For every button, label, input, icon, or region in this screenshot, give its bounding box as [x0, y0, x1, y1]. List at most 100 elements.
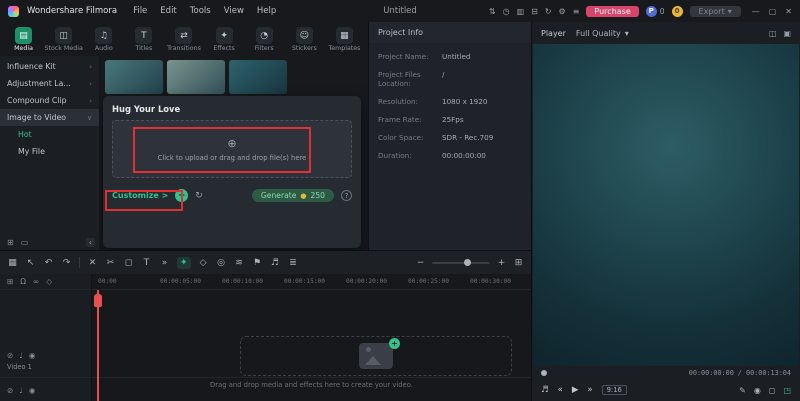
- playhead-handle[interactable]: [94, 294, 102, 307]
- crop-icon[interactable]: ◻: [123, 258, 134, 268]
- tab-titles[interactable]: T Titles: [124, 25, 163, 54]
- speed-icon[interactable]: ≋: [234, 258, 245, 268]
- keyframe-icon[interactable]: ◇: [46, 277, 52, 286]
- render-preview-icon[interactable]: ✎: [739, 386, 746, 395]
- player-scrubber[interactable]: 00:00:00:00 / 00:00:13:04: [532, 366, 800, 379]
- voiceover-icon[interactable]: ♬: [270, 258, 281, 268]
- chroma-key-icon[interactable]: ◎: [216, 258, 227, 268]
- add-media-icon[interactable]: +: [389, 338, 400, 349]
- refresh-icon[interactable]: ↻: [195, 191, 203, 201]
- hide-icon[interactable]: ◉: [29, 351, 36, 360]
- sidebar-item-adjustment-layer[interactable]: Adjustment La... ›: [0, 75, 99, 92]
- export-button[interactable]: Export ▾: [690, 6, 741, 17]
- quality-select[interactable]: Full Quality ▾: [576, 29, 629, 38]
- detach-player-icon[interactable]: ▣: [783, 29, 791, 38]
- tab-audio[interactable]: ♫ Audio: [84, 25, 123, 54]
- redo-icon[interactable]: ↷: [61, 258, 72, 268]
- text-tool-icon[interactable]: T: [141, 258, 152, 268]
- zoom-slider-thumb[interactable]: [464, 259, 471, 266]
- help-icon[interactable]: ?: [341, 190, 352, 201]
- tab-stickers[interactable]: ☺ Stickers: [285, 25, 324, 54]
- marker-icon[interactable]: ⚑: [252, 258, 263, 268]
- scrubber-handle[interactable]: [541, 370, 547, 376]
- media-icon: ▤: [15, 27, 32, 44]
- lock-icon[interactable]: ⊘: [7, 351, 13, 360]
- coins-badge[interactable]: 0: [672, 6, 683, 17]
- purchase-button[interactable]: Purchase: [586, 6, 638, 17]
- menu-file[interactable]: File: [133, 6, 147, 16]
- timeline-ruler[interactable]: 00:00 00:00:05:00 00:00:10:00 00:00:15:0…: [92, 274, 531, 290]
- settings-icon[interactable]: ⚙: [559, 7, 566, 16]
- tab-effects[interactable]: ✦ Effects: [205, 25, 244, 54]
- mask-icon[interactable]: ◇: [198, 258, 209, 268]
- fullscreen-icon[interactable]: ◳: [783, 386, 791, 395]
- tab-filters[interactable]: ◔ Filters: [245, 25, 284, 54]
- tab-stock-media[interactable]: ◫ Stock Media: [44, 25, 83, 54]
- add-credit-icon[interactable]: +: [175, 189, 188, 202]
- shortcuts-icon[interactable]: ≡: [573, 7, 580, 16]
- mute-icon[interactable]: ♩: [19, 351, 23, 360]
- menu-tools[interactable]: Tools: [190, 6, 211, 16]
- tab-label: Stock Media: [44, 45, 82, 52]
- menu-view[interactable]: View: [224, 6, 244, 16]
- close-button[interactable]: ✕: [785, 7, 792, 16]
- customize-link[interactable]: Customize >: [112, 191, 168, 200]
- zoom-out-icon[interactable]: −: [415, 258, 426, 268]
- generate-button[interactable]: Generate ● 250: [252, 189, 334, 202]
- share-icon[interactable]: ⇅: [489, 7, 496, 16]
- next-frame-icon[interactable]: »: [587, 385, 592, 395]
- crop-preview-icon[interactable]: ◻: [769, 386, 776, 395]
- media-thumbnail[interactable]: [229, 60, 287, 94]
- zoom-in-icon[interactable]: +: [496, 258, 507, 268]
- delete-icon[interactable]: ✕: [87, 258, 98, 268]
- media-dropzone[interactable]: +: [240, 336, 512, 376]
- zoom-slider[interactable]: [432, 262, 490, 264]
- folder-icon[interactable]: ▭: [21, 238, 29, 247]
- play-icon[interactable]: ▶: [572, 385, 579, 395]
- aspect-ratio-button[interactable]: 9:16: [602, 385, 627, 395]
- sync-icon[interactable]: ↻: [545, 7, 552, 16]
- image-to-video-icon[interactable]: ✦: [177, 257, 191, 269]
- fit-timeline-icon[interactable]: ⊞: [513, 258, 524, 268]
- sidebar-item-influence-kit[interactable]: Influence Kit ›: [0, 58, 99, 75]
- points-badge[interactable]: P: [646, 6, 657, 17]
- lock-icon[interactable]: ⊘: [7, 386, 13, 395]
- new-folder-icon[interactable]: ⊞: [7, 238, 14, 247]
- sidebar-item-my-file[interactable]: My File: [0, 143, 99, 160]
- more-tools-icon[interactable]: »: [159, 258, 170, 268]
- media-thumbnail[interactable]: [105, 60, 163, 94]
- menu-edit[interactable]: Edit: [160, 6, 176, 16]
- media-thumbnail[interactable]: [167, 60, 225, 94]
- add-track-icon[interactable]: ⊞: [7, 277, 13, 286]
- volume-icon[interactable]: ♬: [541, 385, 549, 395]
- panel-layout-icon[interactable]: ▥: [517, 7, 525, 16]
- select-tool-icon[interactable]: ↖: [25, 258, 36, 268]
- tab-media[interactable]: ▤ Media: [4, 25, 43, 54]
- track-manager-icon[interactable]: ≣: [288, 258, 299, 268]
- player-panel: Player Full Quality ▾ ◫ ▣ 00:00:00:00 / …: [532, 22, 800, 401]
- collapse-sidebar-button[interactable]: ‹: [86, 238, 95, 247]
- top-row: ▤ Media ◫ Stock Media ♫ Audio T: [0, 22, 531, 250]
- sidebar-item-hot[interactable]: Hot: [0, 126, 99, 143]
- snapshot-icon[interactable]: ◉: [754, 386, 761, 395]
- sidebar-item-image-to-video[interactable]: Image to Video ∨: [0, 109, 99, 126]
- maximize-button[interactable]: ▢: [769, 7, 777, 16]
- dual-preview-icon[interactable]: ◫: [769, 29, 777, 38]
- hide-icon[interactable]: ◉: [29, 386, 36, 395]
- mute-icon[interactable]: ♩: [19, 386, 23, 395]
- undo-icon[interactable]: ↶: [43, 258, 54, 268]
- snap-icon[interactable]: Ω: [20, 277, 26, 286]
- titles-icon: T: [135, 27, 152, 44]
- tab-templates[interactable]: ▦ Templates: [325, 25, 364, 54]
- tab-transitions[interactable]: ⇄ Transitions: [164, 25, 203, 54]
- previous-frame-icon[interactable]: «: [558, 385, 563, 395]
- notifications-icon[interactable]: ◷: [503, 7, 510, 16]
- resources-icon[interactable]: ⊟: [531, 7, 538, 16]
- split-icon[interactable]: ✂: [105, 258, 116, 268]
- minimize-button[interactable]: —: [752, 7, 760, 16]
- media-browser-icon[interactable]: ▦: [7, 258, 18, 268]
- upload-dropzone[interactable]: ⊕ Click to upload or drag and drop file(…: [112, 120, 352, 178]
- menu-help[interactable]: Help: [257, 6, 276, 16]
- auto-ripple-icon[interactable]: ∞: [33, 277, 39, 286]
- sidebar-item-compound-clip[interactable]: Compound Clip ›: [0, 92, 99, 109]
